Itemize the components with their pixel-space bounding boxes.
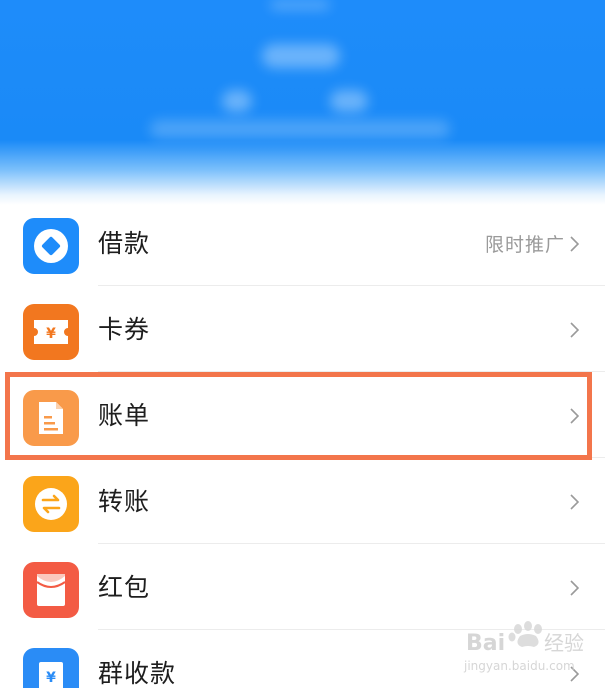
watermark-url: jingyan.baidu.com <box>463 659 575 673</box>
coupon-icon: ¥ <box>23 304 79 360</box>
menu-item-bill[interactable]: 账单 <box>0 372 605 458</box>
chevron-right-icon <box>570 494 579 510</box>
menu-item-label: 借款 <box>98 229 151 258</box>
menu-item-coupon[interactable]: ¥ 卡券 <box>0 286 605 372</box>
chevron-right-icon <box>570 322 579 338</box>
promo-text: 限时推广 <box>484 234 565 256</box>
app-screen: 借款 限时推广 ¥ 卡券 账单 转账 红包 ¥ 群收款 Bai 经验 jingy… <box>0 0 605 688</box>
svg-text:¥: ¥ <box>46 326 56 342</box>
menu-item-label: 账单 <box>98 401 151 430</box>
menu-item-label: 转账 <box>98 487 151 516</box>
blurred-subtitle <box>150 120 450 138</box>
menu-item-transfer[interactable]: 转账 <box>0 458 605 544</box>
bill-icon <box>23 390 79 446</box>
chevron-right-icon <box>570 580 579 596</box>
svg-text:¥: ¥ <box>46 670 56 686</box>
group-collect-icon: ¥ <box>23 648 79 688</box>
menu-item-loan[interactable]: 借款 限时推广 <box>0 200 605 286</box>
blurred-status <box>270 0 330 10</box>
menu-item-label: 卡券 <box>98 315 151 344</box>
chevron-right-icon <box>570 236 579 252</box>
menu-item-label: 群收款 <box>98 659 177 688</box>
blurred-detail-right <box>330 90 368 112</box>
watermark-logo-suffix: 经验 <box>544 631 584 655</box>
loan-icon <box>23 218 79 274</box>
chevron-right-icon <box>570 408 579 424</box>
menu-item-label: 红包 <box>98 573 151 602</box>
red-packet-icon <box>23 562 79 618</box>
blurred-header <box>0 0 605 205</box>
menu-item-red-packet[interactable]: 红包 <box>0 544 605 630</box>
baidu-jingyan-watermark: Bai 经验 jingyan.baidu.com <box>463 621 584 673</box>
watermark-logo-text: Bai <box>466 631 505 656</box>
blurred-title <box>262 44 340 68</box>
transfer-icon <box>23 476 79 532</box>
blurred-detail-left <box>222 90 252 112</box>
menu-list: 借款 限时推广 ¥ 卡券 账单 转账 红包 ¥ 群收款 <box>0 200 605 688</box>
